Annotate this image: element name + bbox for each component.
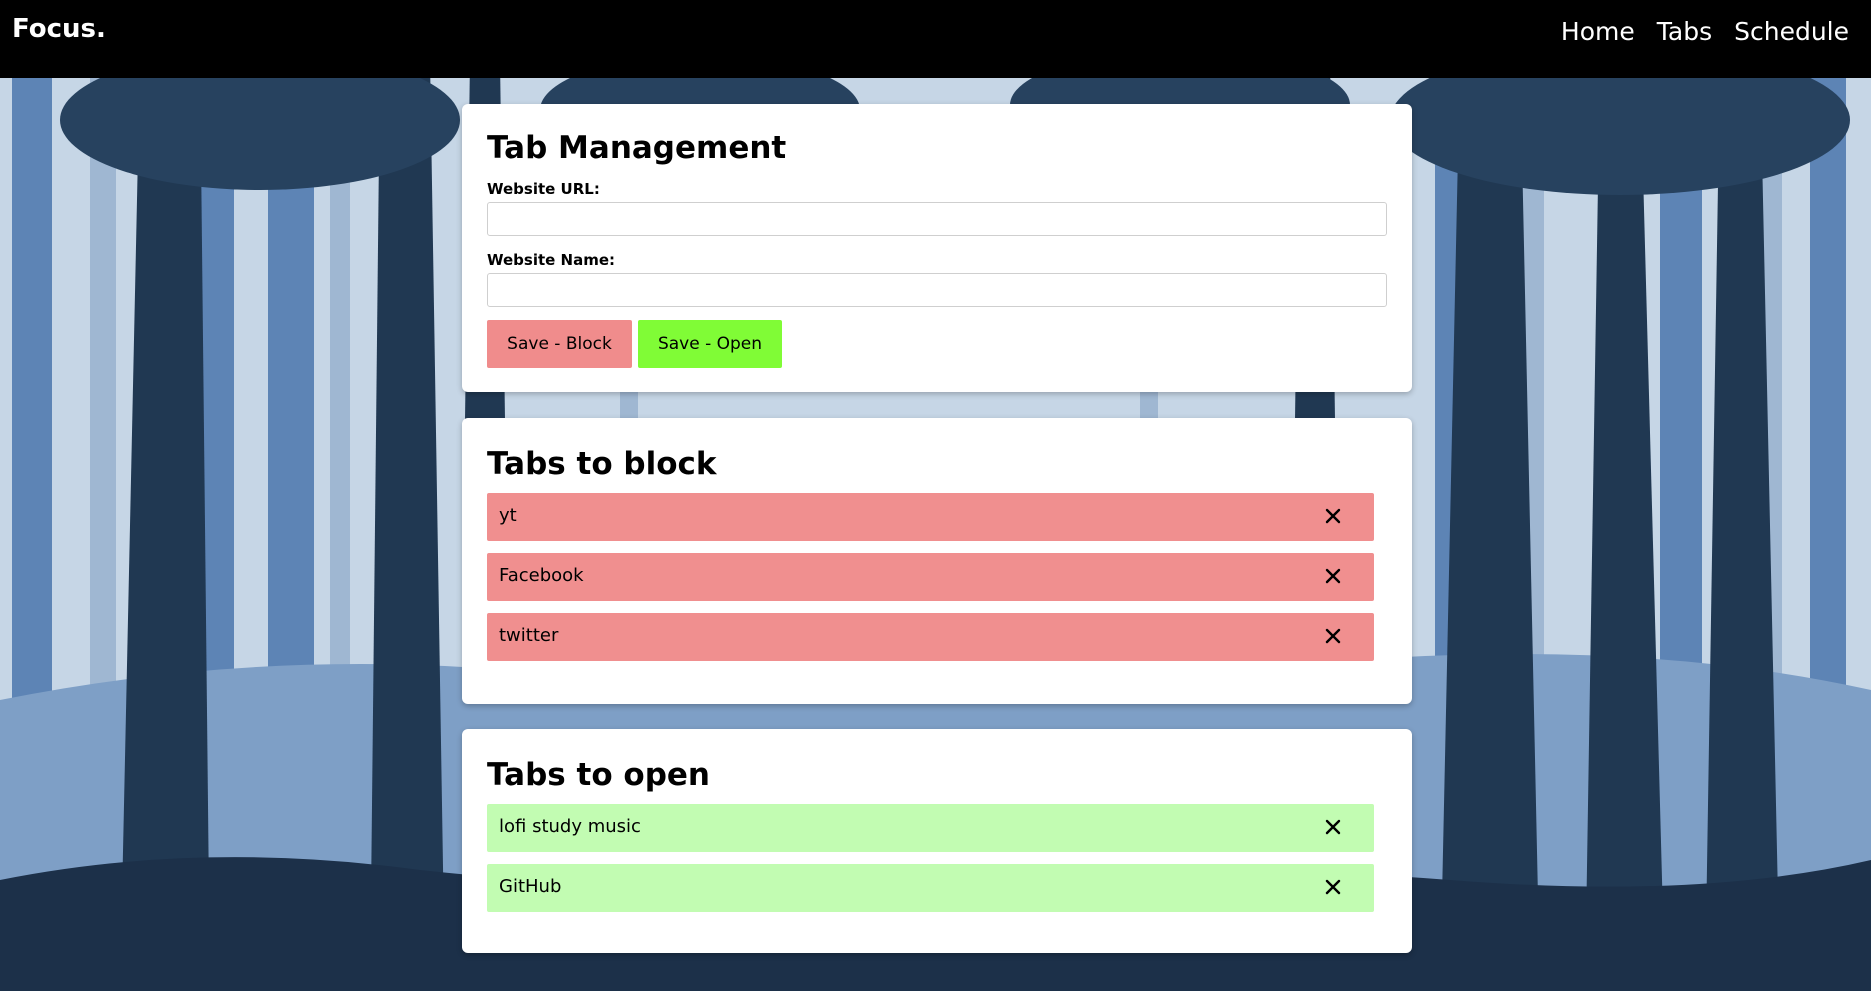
block-list: yt Facebook twitter: [487, 493, 1387, 661]
save-open-button[interactable]: Save - Open: [638, 320, 782, 368]
save-block-button[interactable]: Save - Block: [487, 320, 632, 368]
top-navbar: Focus. Home Tabs Schedule: [0, 0, 1871, 78]
close-icon[interactable]: [1322, 565, 1344, 587]
tabs-to-open-card: Tabs to open lofi study music GitHub: [462, 729, 1412, 953]
close-icon[interactable]: [1322, 505, 1344, 527]
tabs-to-open-title: Tabs to open: [487, 757, 710, 793]
nav-link-home[interactable]: Home: [1561, 17, 1635, 46]
open-item-label: GitHub: [499, 875, 562, 897]
website-url-label: Website URL:: [487, 180, 600, 198]
open-list: lofi study music GitHub: [487, 804, 1387, 912]
nav-link-tabs[interactable]: Tabs: [1657, 17, 1712, 46]
tab-management-title: Tab Management: [487, 130, 787, 166]
block-item-label: Facebook: [499, 564, 584, 586]
block-item-label: twitter: [499, 624, 559, 646]
website-name-label: Website Name:: [487, 251, 616, 269]
website-url-input[interactable]: [487, 202, 1387, 236]
close-icon[interactable]: [1322, 816, 1344, 838]
open-item-label: lofi study music: [499, 815, 641, 837]
website-name-input[interactable]: [487, 273, 1387, 307]
block-item-label: yt: [499, 504, 517, 526]
block-list-item: yt: [487, 493, 1374, 541]
block-list-item: Facebook: [487, 553, 1374, 601]
close-icon[interactable]: [1322, 625, 1344, 647]
tabs-to-block-title: Tabs to block: [487, 446, 717, 482]
tabs-to-block-card: Tabs to block yt Facebook twitter: [462, 418, 1412, 704]
nav-link-schedule[interactable]: Schedule: [1734, 17, 1849, 46]
brand-logo-text[interactable]: Focus.: [12, 14, 106, 44]
nav-links: Home Tabs Schedule: [1561, 17, 1849, 46]
open-list-item: lofi study music: [487, 804, 1374, 852]
save-button-row: Save - Block Save - Open: [487, 320, 1387, 368]
tab-management-card: Tab Management Website URL: Website Name…: [462, 104, 1412, 392]
block-list-item: twitter: [487, 613, 1374, 661]
close-icon[interactable]: [1322, 876, 1344, 898]
open-list-item: GitHub: [487, 864, 1374, 912]
